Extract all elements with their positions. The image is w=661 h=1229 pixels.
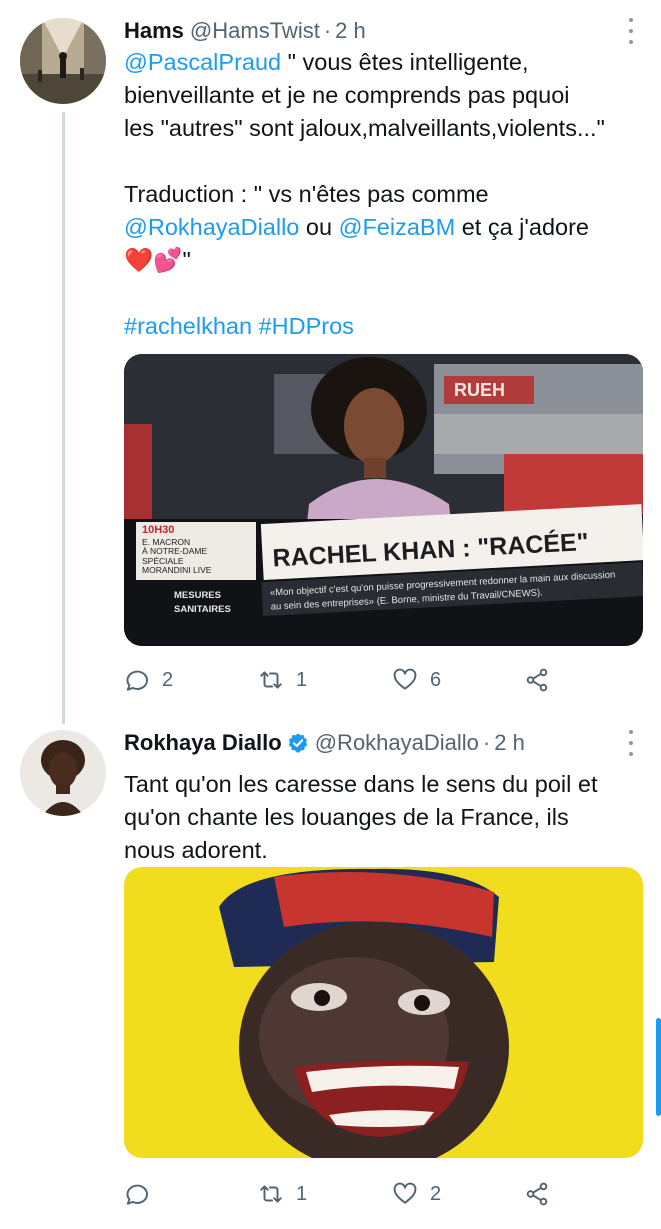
tv-news-screenshot: RUEH RACHEL KHAN : "RACÉE" «Mon objectif… <box>124 354 643 646</box>
heart-emoji: ❤️💕 <box>124 247 183 273</box>
avatar-image <box>20 18 106 104</box>
share-button[interactable] <box>524 662 562 698</box>
reply-button[interactable] <box>124 1176 162 1212</box>
like-icon <box>393 668 417 690</box>
svg-text:SANITAIRES: SANITAIRES <box>174 604 231 615</box>
scrollbar[interactable] <box>656 1018 661 1116</box>
svg-text:À NOTRE-DAME: À NOTRE-DAME <box>142 546 208 556</box>
avatar[interactable] <box>20 730 106 816</box>
like-icon <box>393 1182 417 1204</box>
tweet-media[interactable] <box>124 867 643 1158</box>
share-icon <box>526 1182 548 1206</box>
retweet-icon <box>260 1185 282 1203</box>
retweet-button[interactable]: 1 <box>258 1176 307 1212</box>
hashtag-link[interactable]: #rachelkhan <box>124 313 252 339</box>
text-line: bienveillante et je ne comprends pas pqu… <box>124 82 570 108</box>
like-button[interactable]: 6 <box>392 662 441 698</box>
reply-icon <box>126 670 148 691</box>
retweet-count: 1 <box>296 668 308 691</box>
retweet-icon <box>260 671 282 689</box>
banner-time: 10H30 <box>142 524 174 536</box>
hashtags: #rachelkhan #HDPros <box>124 310 644 343</box>
author-handle[interactable]: @RokhayaDiallo <box>315 730 479 756</box>
mention-link[interactable]: @RokhayaDiallo <box>124 214 299 240</box>
author-handle[interactable]: @HamsTwist <box>190 18 320 44</box>
reply-count: 2 <box>162 668 174 691</box>
avatar[interactable] <box>20 18 106 104</box>
timestamp[interactable]: 2 h <box>494 730 525 756</box>
tweet-actions: 2 1 6 <box>124 662 644 698</box>
more-icon[interactable] <box>625 730 637 756</box>
mention-link[interactable]: @PascalPraud <box>124 49 281 75</box>
separator: · <box>323 18 332 43</box>
tweet-text: Tant qu'on les caresse dans le sens du p… <box>124 768 644 867</box>
text-line: @RokhayaDiallo ou @FeizaBM et ça j'adore <box>124 214 589 240</box>
svg-text:MESURES: MESURES <box>174 590 221 601</box>
like-count: 2 <box>430 1182 442 1205</box>
author-name[interactable]: Rokhaya Diallo <box>124 730 282 756</box>
poster-image <box>124 867 643 1158</box>
reply-icon <box>126 1184 148 1205</box>
avatar-image <box>20 730 106 816</box>
reply-button[interactable]: 2 <box>124 662 173 698</box>
tweet-text: @PascalPraud " vous êtes intelligente, b… <box>124 46 644 343</box>
retweet-button[interactable]: 1 <box>258 662 307 698</box>
retweet-count: 1 <box>296 1182 308 1205</box>
tweet-media[interactable]: RUEH RACHEL KHAN : "RACÉE" «Mon objectif… <box>124 354 643 646</box>
share-button[interactable] <box>524 1176 562 1212</box>
text-line: qu'on chante les louanges de la France, … <box>124 804 569 830</box>
tweet-header: Rokhaya Diallo @RokhayaDiallo · 2 h <box>124 728 525 758</box>
text-line: Traduction : " vs n'êtes pas comme <box>124 181 489 207</box>
mention-link[interactable]: @FeizaBM <box>339 214 456 240</box>
timestamp[interactable]: 2 h <box>335 18 366 44</box>
share-icon <box>526 668 548 692</box>
tweet-actions: 1 2 <box>124 1176 644 1212</box>
text-line: nous adorent. <box>124 837 268 863</box>
tweet-header: Hams @HamsTwist · 2 h <box>124 16 366 46</box>
text-line: ❤️💕" <box>124 247 191 273</box>
separator: · <box>482 730 491 755</box>
text-line: @PascalPraud " vous êtes intelligente, <box>124 49 529 75</box>
text-line: Tant qu'on les caresse dans le sens du p… <box>124 771 598 797</box>
hashtag-link[interactable]: #HDPros <box>259 313 354 339</box>
text-line: les "autres" sont jaloux,malveillants,vi… <box>124 115 605 141</box>
like-button[interactable]: 2 <box>392 1176 441 1212</box>
like-count: 6 <box>430 668 442 691</box>
more-icon[interactable] <box>625 18 637 44</box>
author-name[interactable]: Hams <box>124 18 184 44</box>
svg-text:MORANDINI LIVE: MORANDINI LIVE <box>142 565 212 575</box>
verified-icon <box>288 733 307 753</box>
tweet-hams[interactable]: Hams @HamsTwist · 2 h @PascalPraud " vou… <box>0 0 661 712</box>
svg-text:RUEH: RUEH <box>454 380 505 400</box>
tweet-rokhaya[interactable]: Rokhaya Diallo @RokhayaDiallo · 2 h Tant… <box>0 712 661 1229</box>
